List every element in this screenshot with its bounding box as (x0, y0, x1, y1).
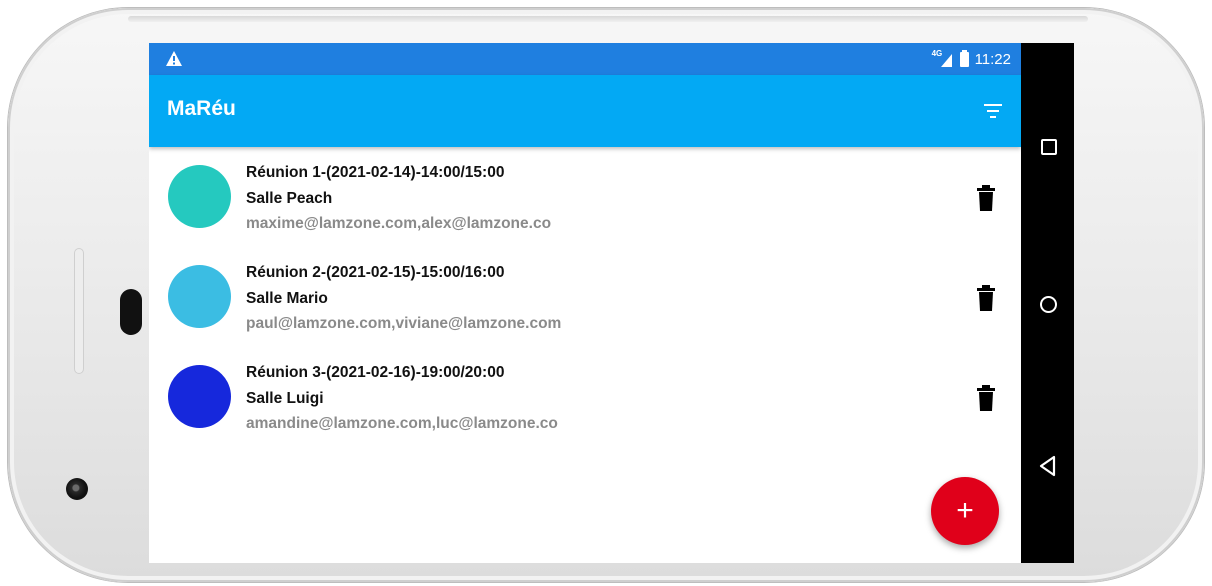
meeting-color-avatar (168, 165, 231, 228)
filter-button[interactable] (979, 97, 1007, 125)
warning-icon (166, 51, 182, 66)
signal-icon: 4G (932, 49, 954, 68)
back-button[interactable] (1035, 453, 1061, 479)
phone-speaker (120, 289, 142, 335)
meeting-room: Salle Peach (246, 190, 333, 207)
add-meeting-button[interactable]: + (931, 477, 999, 545)
delete-icon[interactable] (975, 283, 997, 313)
meeting-participants: amandine@lamzone.com,luc@lamzone.co (246, 415, 558, 432)
meeting-title: Réunion 1-(2021-02-14)-14:00/15:00 (246, 164, 505, 181)
meeting-participants: maxime@lamzone.com,alex@lamzone.co (246, 215, 552, 232)
phone-top-edge (128, 16, 1088, 22)
delete-icon[interactable] (975, 383, 997, 413)
meeting-color-avatar (168, 365, 231, 428)
status-time: 11:22 (974, 50, 1011, 68)
device-screen: 4G 11:22 MaRéu Réunion 1-(2021-02-14)-14… (149, 43, 1074, 563)
status-bar: 4G 11:22 (149, 43, 1021, 75)
meeting-item[interactable]: Réunion 3-(2021-02-16)-19:00/20:00 Salle… (149, 347, 1021, 447)
meeting-color-avatar (168, 265, 231, 328)
phone-side-button (74, 248, 84, 374)
recent-apps-button[interactable] (1035, 133, 1061, 159)
meeting-room: Salle Luigi (246, 390, 324, 407)
meeting-item[interactable]: Réunion 1-(2021-02-14)-14:00/15:00 Salle… (149, 147, 1021, 247)
plus-icon: + (956, 494, 974, 527)
meeting-list: Réunion 1-(2021-02-14)-14:00/15:00 Salle… (149, 147, 1021, 447)
battery-icon (959, 49, 969, 67)
meeting-participants: paul@lamzone.com,viviane@lamzone.com (246, 315, 562, 332)
meeting-item[interactable]: Réunion 2-(2021-02-15)-15:00/16:00 Salle… (149, 247, 1021, 347)
front-camera (66, 478, 88, 500)
filter-icon (984, 104, 1002, 118)
delete-icon[interactable] (975, 183, 997, 213)
app-toolbar: MaRéu (149, 75, 1021, 147)
app-title: MaRéu (167, 97, 236, 120)
meeting-room: Salle Mario (246, 290, 328, 307)
home-button[interactable] (1035, 291, 1061, 317)
system-nav-bar (1021, 43, 1074, 563)
meeting-title: Réunion 3-(2021-02-16)-19:00/20:00 (246, 364, 505, 381)
meeting-title: Réunion 2-(2021-02-15)-15:00/16:00 (246, 264, 505, 281)
